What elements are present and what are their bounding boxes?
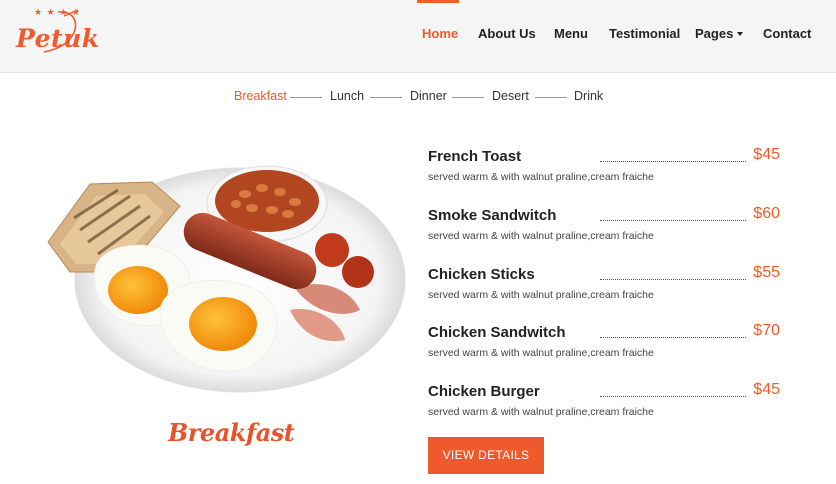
item-name: Chicken Sticks [428,266,535,283]
tab-divider [535,97,567,98]
chevron-down-icon [737,31,744,36]
item-price: $45 [753,381,780,398]
dotted-leader [600,329,746,338]
nav-testimonial[interactable]: Testimonial [609,26,680,41]
nav-pages-label: Pages [695,26,734,41]
tab-divider [370,97,402,98]
tab-breakfast[interactable]: Breakfast [234,89,287,103]
view-details-button[interactable]: VIEW DETAILS [428,437,544,474]
item-description: served warm & with walnut praline,cream … [428,289,654,301]
nav-about-us[interactable]: About Us [478,26,536,41]
nav-menu[interactable]: Menu [554,26,588,41]
item-price: $45 [753,146,780,163]
tab-dinner[interactable]: Dinner [410,89,447,103]
menu-category-tabs: Breakfast Lunch Dinner Desert Drink [0,89,836,107]
item-name: Smoke Sandwitch [428,207,557,224]
item-description: served warm & with walnut praline,cream … [428,406,654,418]
item-name: Chicken Sandwitch [428,324,566,341]
menu-item[interactable]: French Toast $45 served warm & with waln… [428,146,788,198]
logo-text: Petuk [16,24,100,53]
item-price: $55 [753,264,780,281]
dotted-leader [600,153,746,162]
tab-divider [290,97,322,98]
menu-item[interactable]: Chicken Sandwitch $70 served warm & with… [428,322,788,374]
item-name: French Toast [428,148,522,165]
feature-caption: Breakfast [168,418,295,447]
item-description: served warm & with walnut praline,cream … [428,171,654,183]
item-description: served warm & with walnut praline,cream … [428,230,654,242]
tab-desert[interactable]: Desert [492,89,529,103]
nav-pages[interactable]: Pages [695,26,744,41]
dotted-leader [600,212,746,221]
item-description: served warm & with walnut praline,cream … [428,347,654,359]
menu-item[interactable]: Chicken Burger $45 served warm & with wa… [428,381,788,433]
breakfast-plate-image [47,165,406,393]
menu-item[interactable]: Chicken Sticks $55 served warm & with wa… [428,264,788,316]
dotted-leader [600,388,746,397]
dotted-leader [600,271,746,280]
nav-contact[interactable]: Contact [763,26,811,41]
tab-divider [452,97,484,98]
item-name: Chicken Burger [428,383,540,400]
item-price: $60 [753,205,780,222]
logo[interactable]: ★ ★ ★ ★ Petuk [14,6,99,62]
nav-home[interactable]: Home [422,26,458,41]
menu-item[interactable]: Smoke Sandwitch $60 served warm & with w… [428,205,788,257]
tab-drink[interactable]: Drink [574,89,603,103]
active-nav-indicator [417,0,459,3]
site-header: ★ ★ ★ ★ Petuk Home About Us Menu Testimo… [0,0,836,73]
item-price: $70 [753,322,780,339]
tab-lunch[interactable]: Lunch [330,89,364,103]
